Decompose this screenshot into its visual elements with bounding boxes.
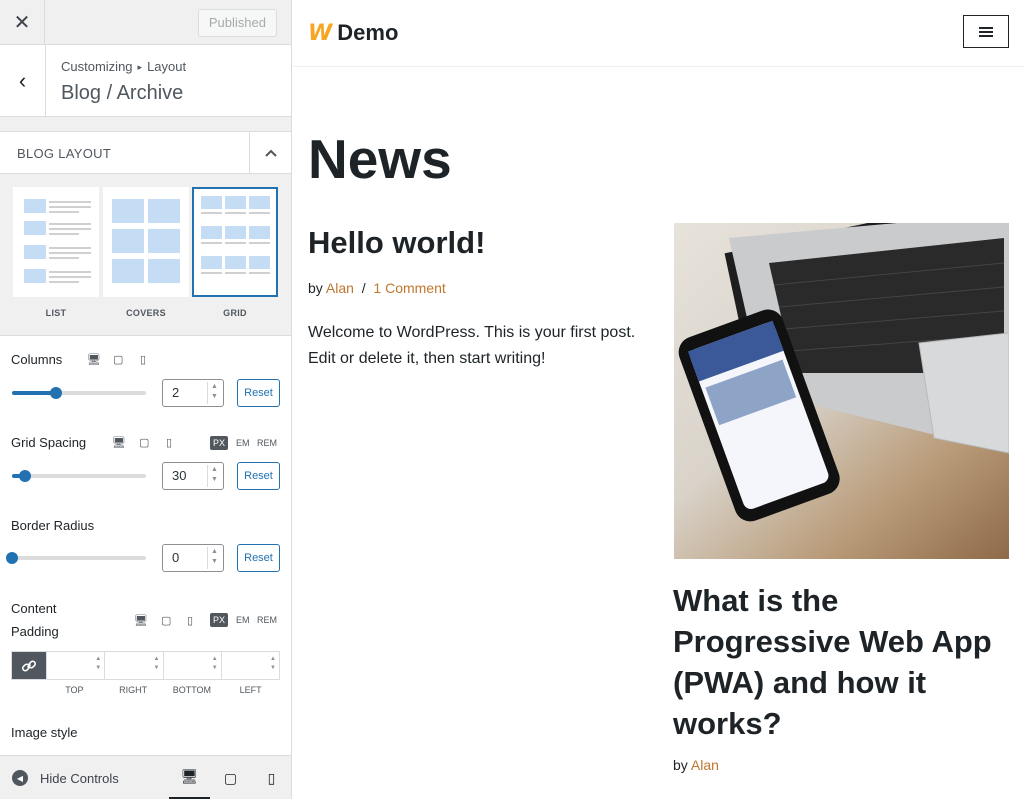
desktop-icon[interactable]: 🖥	[134, 614, 148, 627]
padding-side-labels: TOP RIGHT BOTTOM LEFT	[65, 685, 262, 695]
link-icon[interactable]	[12, 652, 46, 679]
unit-em[interactable]: EM	[233, 613, 253, 627]
border-radius-reset-button[interactable]: Reset	[237, 544, 280, 572]
preview-desktop-icon[interactable]: 🖥	[169, 756, 210, 799]
layout-option-covers[interactable]: COVERS	[103, 187, 189, 318]
site-preview: W Demo News Hello world! by Alan / 1 Com…	[293, 0, 1024, 799]
columns-slider-handle[interactable]	[50, 387, 62, 399]
chevron-left-icon[interactable]: ‹	[0, 45, 46, 116]
site-header: W Demo	[293, 0, 1024, 67]
published-button[interactable]: Published	[197, 9, 277, 37]
border-radius-slider-handle[interactable]	[6, 552, 18, 564]
columns-input[interactable]: 2 ▲ ▼	[162, 379, 224, 407]
desktop-icon[interactable]: 🖥	[112, 436, 126, 449]
layout-choices: LIST COVERS GRID	[0, 174, 291, 336]
content-padding-label: Content	[11, 601, 57, 616]
grid-spacing-input[interactable]: 30 ▲ ▼	[162, 462, 224, 490]
arrow-left-circle-icon: ◀	[12, 770, 28, 786]
stepper-icon[interactable]: ▲ ▼	[207, 465, 221, 487]
border-radius-slider[interactable]	[12, 556, 146, 560]
columns-reset-button[interactable]: Reset	[237, 379, 280, 407]
unit-px[interactable]: PX	[210, 613, 229, 627]
stepper-icon[interactable]: ▲ ▼	[95, 655, 101, 673]
padding-bottom-input[interactable]: ▲ ▼	[162, 652, 221, 679]
stepper-icon[interactable]: ▲ ▼	[154, 655, 160, 673]
layout-option-list[interactable]: LIST	[13, 187, 99, 318]
post-featured-image[interactable]	[674, 223, 1009, 559]
layout-option-grid[interactable]: GRID	[192, 187, 278, 318]
unit-rem[interactable]: REM	[254, 613, 280, 627]
unit-em[interactable]: EM	[233, 436, 253, 450]
content-padding-label-line2: Padding	[11, 624, 59, 639]
preview-mobile-icon[interactable]: ▯	[251, 756, 291, 799]
triangle-right-icon: ▸	[137, 62, 143, 72]
customizer-footer: ◀ Hide Controls 🖥 ▢ ▯	[0, 755, 291, 799]
list-layout-thumbnail	[13, 187, 99, 297]
post-excerpt: Welcome to WordPress. This is your first…	[308, 324, 636, 367]
site-title: Demo	[337, 20, 399, 45]
section-title: Blog / Archive	[61, 82, 184, 104]
layout-option-label: LIST	[45, 308, 67, 318]
covers-layout-thumbnail	[103, 187, 189, 297]
post-meta: by Alan / 1 Comment	[308, 280, 446, 296]
post-title-link[interactable]: Hello world!	[308, 225, 485, 261]
unit-px[interactable]: PX	[210, 436, 229, 450]
hide-controls-button[interactable]: ◀ Hide Controls	[12, 770, 119, 786]
padding-inputs: ▲ ▼ ▲ ▼ ▲ ▼ ▲ ▼	[11, 651, 280, 680]
desktop-icon[interactable]: 🖥	[87, 353, 101, 366]
padding-top-input[interactable]: ▲ ▼	[46, 652, 104, 679]
layout-option-label: GRID	[223, 308, 247, 318]
panel-header[interactable]: BLOG LAYOUT	[0, 132, 291, 174]
tablet-icon[interactable]: ▢	[139, 436, 149, 449]
close-icon[interactable]: ✕	[0, 0, 45, 45]
author-link[interactable]: Alan	[691, 757, 719, 773]
padding-left-input[interactable]: ▲ ▼	[220, 652, 279, 679]
stepper-icon[interactable]: ▲ ▼	[212, 655, 218, 673]
grid-spacing-reset-button[interactable]: Reset	[237, 462, 280, 490]
logo-icon: W	[308, 20, 332, 46]
columns-label: Columns	[11, 352, 63, 367]
blog-layout-panel: BLOG LAYOUT LIST COVERS GRID Columns 🖥 ▢…	[0, 131, 291, 755]
padding-right-input[interactable]: ▲ ▼	[104, 652, 162, 679]
grid-layout-thumbnail	[192, 187, 278, 297]
customizer-topbar: ✕ Published	[0, 0, 291, 45]
border-radius-input[interactable]: 0 ▲ ▼	[162, 544, 224, 572]
chevron-up-icon[interactable]	[249, 132, 291, 173]
grid-spacing-slider-handle[interactable]	[19, 470, 31, 482]
unit-rem[interactable]: REM	[254, 436, 280, 450]
tablet-icon[interactable]: ▢	[161, 614, 171, 627]
post-meta: by Alan	[673, 757, 719, 773]
preview-tablet-icon[interactable]: ▢	[210, 756, 251, 799]
grid-spacing-slider[interactable]	[12, 474, 146, 478]
image-style-label: Image style	[11, 725, 78, 740]
mobile-icon[interactable]: ▯	[187, 614, 193, 627]
tablet-icon[interactable]: ▢	[113, 353, 123, 366]
stepper-icon[interactable]: ▲ ▼	[207, 547, 221, 569]
layout-option-label: COVERS	[126, 308, 166, 318]
stepper-icon[interactable]: ▲ ▼	[207, 382, 221, 404]
grid-spacing-label: Grid Spacing	[11, 435, 87, 450]
panel-title: BLOG LAYOUT	[17, 146, 112, 161]
stepper-icon[interactable]: ▲ ▼	[270, 655, 276, 673]
section-header: ‹ Customizing ▸ Layout Blog / Archive	[0, 45, 291, 117]
customizer-sidebar: ✕ Published ‹ Customizing ▸ Layout Blog / …	[0, 0, 292, 799]
mobile-icon[interactable]: ▯	[166, 436, 172, 449]
comments-link[interactable]: 1 Comment	[373, 280, 445, 296]
author-link[interactable]: Alan	[326, 280, 354, 296]
border-radius-label: Border Radius	[11, 518, 95, 533]
site-logo[interactable]: W Demo	[308, 20, 398, 46]
breadcrumb: Customizing ▸ Layout	[61, 59, 187, 74]
page-title: News	[308, 128, 452, 190]
hamburger-menu-icon[interactable]	[963, 15, 1009, 48]
post-title-link[interactable]: What is the Progressive Web App (PWA) an…	[673, 580, 1013, 744]
mobile-icon[interactable]: ▯	[140, 353, 146, 366]
